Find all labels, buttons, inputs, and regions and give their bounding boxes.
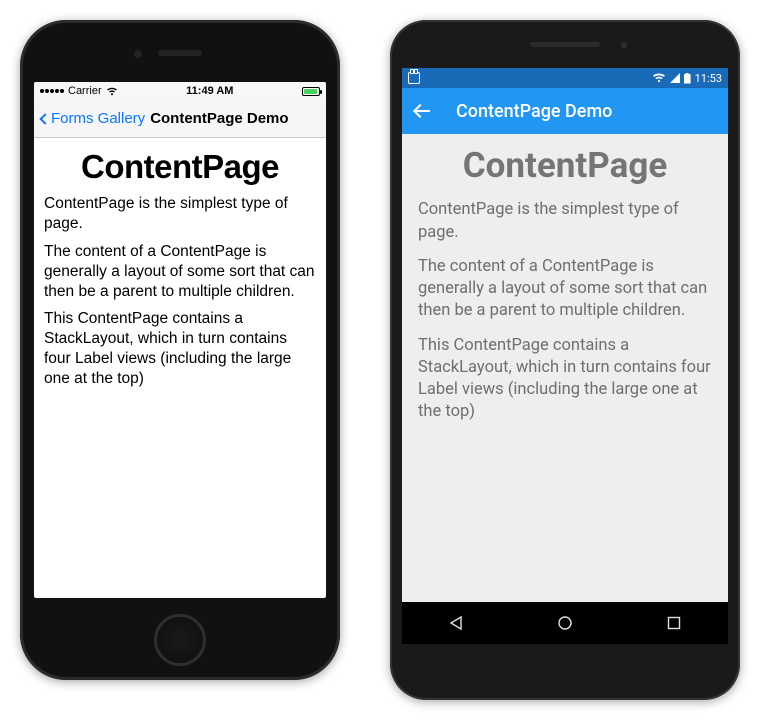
android-status-left <box>408 72 420 84</box>
paragraph-1: ContentPage is the simplest type of page… <box>418 199 712 244</box>
page-heading: ContentPage <box>44 146 316 188</box>
iphone-device-frame: Carrier 11:49 AM Forms Gallery ContentPa… <box>20 20 340 680</box>
ios-nav-title: ContentPage Demo <box>150 110 288 127</box>
battery-charging-icon <box>684 73 691 84</box>
iphone-camera-dot <box>134 50 142 58</box>
paragraph-2: The content of a ContentPage is generall… <box>418 256 712 323</box>
iphone-speaker-grill <box>158 50 202 56</box>
ios-page-content: ContentPage ContentPage is the simplest … <box>34 138 326 598</box>
android-screen: 11:53 ContentPage Demo ContentPage Conte… <box>402 68 728 644</box>
ios-status-time: 11:49 AM <box>118 85 302 97</box>
android-camera-dot <box>621 42 627 48</box>
signal-dots-icon <box>40 89 64 93</box>
ios-status-bar: Carrier 11:49 AM <box>34 82 326 100</box>
iphone-screen: Carrier 11:49 AM Forms Gallery ContentPa… <box>34 82 326 598</box>
nav-back-icon[interactable] <box>448 615 464 631</box>
android-status-bar: 11:53 <box>402 68 728 88</box>
paragraph-1: ContentPage is the simplest type of page… <box>44 194 316 234</box>
ios-status-right <box>302 87 320 96</box>
ios-back-button[interactable]: Forms Gallery <box>38 110 149 127</box>
android-appbar-title: ContentPage Demo <box>456 101 612 122</box>
android-page-content: ContentPage ContentPage is the simplest … <box>402 134 728 602</box>
android-status-time: 11:53 <box>695 72 722 85</box>
android-back-button[interactable] <box>414 102 432 120</box>
paragraph-3: This ContentPage contains a StackLayout,… <box>418 335 712 424</box>
android-device-frame: 11:53 ContentPage Demo ContentPage Conte… <box>390 20 740 700</box>
battery-icon <box>302 87 320 96</box>
ios-status-left: Carrier <box>40 85 118 97</box>
wifi-icon <box>106 87 118 96</box>
nav-recent-icon[interactable] <box>666 615 682 631</box>
paragraph-2: The content of a ContentPage is generall… <box>44 242 316 301</box>
ios-back-label: Forms Gallery <box>51 110 145 127</box>
android-head-icon <box>408 72 420 84</box>
android-system-nav <box>402 602 728 644</box>
carrier-label: Carrier <box>68 85 102 97</box>
android-status-right: 11:53 <box>652 72 722 85</box>
nav-home-icon[interactable] <box>557 615 573 631</box>
android-app-bar: ContentPage Demo <box>402 88 728 134</box>
android-speaker-grill <box>530 42 600 47</box>
wifi-icon <box>652 73 666 83</box>
cell-signal-icon <box>670 73 680 83</box>
paragraph-3: This ContentPage contains a StackLayout,… <box>44 309 316 388</box>
chevron-left-icon <box>39 113 50 124</box>
page-heading: ContentPage <box>418 142 712 189</box>
iphone-home-button[interactable] <box>154 614 206 666</box>
ios-nav-bar: Forms Gallery ContentPage Demo <box>34 100 326 138</box>
